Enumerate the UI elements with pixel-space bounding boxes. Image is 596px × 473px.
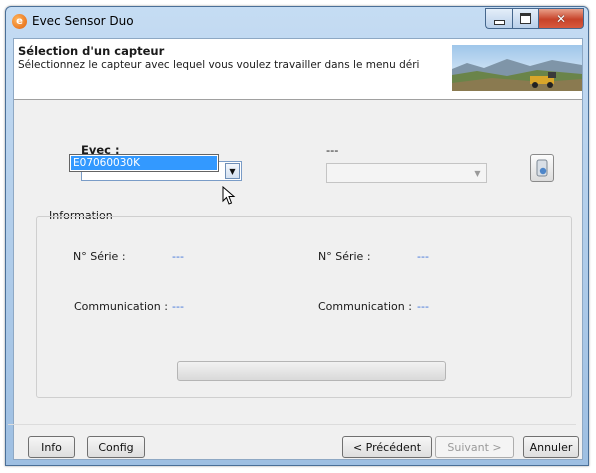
progress-bar (177, 361, 446, 381)
header-landscape-image (452, 45, 582, 91)
communication-label-left: Communication : (74, 300, 168, 313)
minimize-button[interactable] (485, 8, 512, 29)
close-icon: ✕ (555, 11, 567, 26)
communication-value-right: --- (417, 300, 429, 313)
window-title: Evec Sensor Duo (32, 14, 134, 28)
info-button[interactable]: Info (28, 436, 75, 458)
config-button[interactable]: Config (87, 436, 145, 458)
chevron-down-icon[interactable]: ▼ (225, 163, 240, 179)
cancel-button[interactable]: Annuler (523, 436, 579, 458)
close-button[interactable]: ✕ (538, 8, 584, 29)
serial-value-left: --- (172, 250, 184, 263)
sensor1-dropdown-list[interactable]: E07060030K (69, 154, 219, 172)
title-bar[interactable]: e Evec Sensor Duo ✕ (6, 7, 588, 37)
page-title: Sélection d'un capteur (18, 44, 165, 58)
chevron-down-icon: ▼ (474, 168, 481, 178)
wizard-header: Sélection d'un capteur Sélectionnez le c… (14, 39, 582, 100)
app-logo-icon: e (12, 14, 27, 29)
serial-value-right: --- (417, 250, 429, 263)
communication-value-left: --- (172, 300, 184, 313)
maximize-button[interactable] (512, 8, 538, 29)
previous-button[interactable]: < Précédent (342, 436, 432, 458)
sensor2-select[interactable]: ▼ (326, 163, 487, 183)
refresh-icon (536, 159, 548, 177)
dropdown-option[interactable]: E07060030K (71, 156, 217, 170)
serial-label-left: N° Série : (73, 250, 126, 263)
maximize-icon (520, 13, 531, 24)
communication-label-right: Communication : (318, 300, 412, 313)
minimize-icon (493, 19, 505, 25)
next-button[interactable]: Suivant > (435, 436, 514, 458)
refresh-button[interactable] (530, 154, 554, 182)
footer-divider (8, 424, 576, 425)
caption-buttons: ✕ (485, 8, 584, 29)
sensor2-label: --- (326, 143, 339, 157)
mouse-cursor-icon (222, 185, 236, 209)
serial-label-right: N° Série : (318, 250, 371, 263)
page-subtitle: Sélectionnez le capteur avec lequel vous… (18, 59, 420, 71)
